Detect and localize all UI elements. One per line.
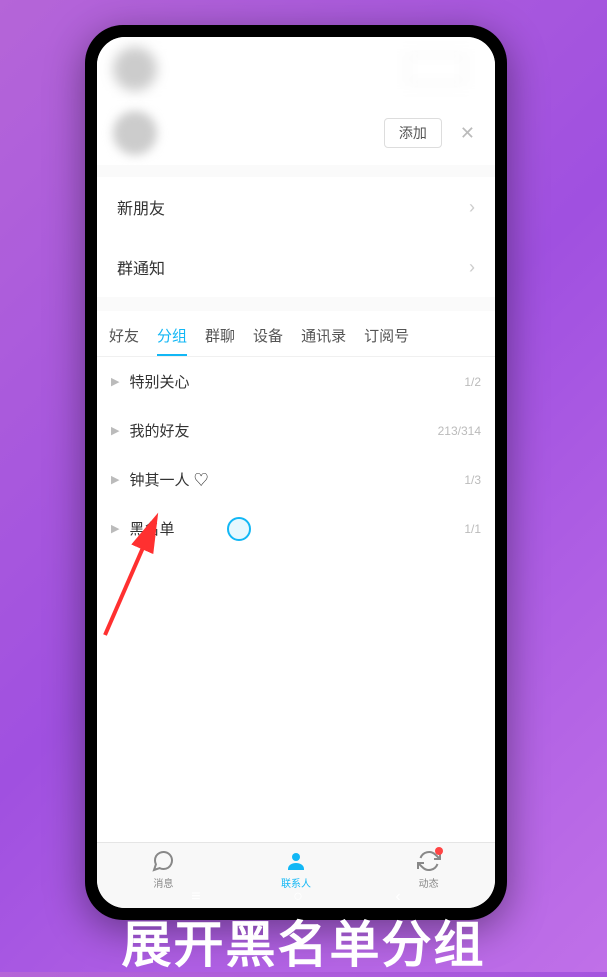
contact-name (169, 59, 407, 80)
android-nav-bar: ≡ ○ ‹ (85, 888, 507, 906)
group-label: 我的好友 (129, 420, 437, 441)
menu-label: 新朋友 (117, 195, 165, 219)
group-count: 1/2 (464, 375, 481, 389)
avatar (113, 111, 157, 155)
tab-friends[interactable]: 好友 (109, 325, 139, 356)
nav-feed[interactable]: 动态 (362, 849, 495, 890)
new-friends-row[interactable]: 新朋友 › (97, 177, 495, 237)
group-label: 黑名单 (129, 518, 464, 539)
menu-label: 群通知 (117, 255, 165, 279)
suggested-contact-row[interactable]: 添加 ✕ (97, 101, 495, 165)
group-count: 213/314 (438, 424, 481, 438)
add-button[interactable] (407, 54, 465, 84)
tab-group-chat[interactable]: 群聊 (205, 325, 235, 356)
group-my-friends[interactable]: ▶ 我的好友 213/314 (97, 406, 495, 455)
tap-indicator-icon (227, 517, 251, 541)
group-custom[interactable]: ▶ 钟其一人 ♡ 1/3 (97, 455, 495, 504)
contact-name (169, 115, 384, 136)
refresh-icon (417, 849, 441, 873)
group-notifications-row[interactable]: 群通知 › (97, 237, 495, 297)
tab-bar: 好友 分组 群聊 设备 通讯录 订阅号 (97, 311, 495, 357)
triangle-right-icon: ▶ (111, 473, 119, 486)
tab-groups[interactable]: 分组 (157, 325, 187, 356)
phone-frame: 添加 ✕ 新朋友 › 群通知 › 好友 分组 群聊 设备 通讯录 订阅号 (85, 25, 507, 920)
android-recent-icon[interactable]: ≡ (191, 888, 200, 906)
close-icon[interactable]: ✕ (456, 123, 479, 144)
group-label: 钟其一人 ♡ (129, 469, 464, 490)
add-button[interactable]: 添加 (384, 118, 442, 148)
tab-subscription[interactable]: 订阅号 (364, 325, 409, 356)
avatar (113, 47, 157, 91)
chevron-right-icon: › (469, 197, 475, 218)
group-label: 特别关心 (129, 371, 464, 392)
android-home-icon[interactable]: ○ (293, 888, 303, 906)
triangle-right-icon: ▶ (111, 522, 119, 535)
chevron-right-icon: › (469, 257, 475, 278)
android-back-icon[interactable]: ‹ (395, 888, 400, 906)
menu-section: 新朋友 › 群通知 › (97, 177, 495, 297)
group-count: 1/3 (464, 473, 481, 487)
tutorial-caption: 展开黑名单分组 (0, 905, 607, 977)
triangle-right-icon: ▶ (111, 375, 119, 388)
group-special-care[interactable]: ▶ 特别关心 1/2 (97, 357, 495, 406)
contact-subtitle (169, 136, 384, 152)
tab-devices[interactable]: 设备 (253, 325, 283, 356)
chat-bubble-icon (151, 849, 175, 873)
group-blacklist[interactable]: ▶ 黑名单 1/1 (97, 504, 495, 553)
nav-contacts[interactable]: 联系人 (230, 849, 363, 890)
suggested-contact-row[interactable] (97, 37, 495, 101)
nav-messages[interactable]: 消息 (97, 849, 230, 890)
group-count: 1/1 (464, 522, 481, 536)
badge-dot-icon (435, 847, 443, 855)
triangle-right-icon: ▶ (111, 424, 119, 437)
person-icon (284, 849, 308, 873)
tab-contacts[interactable]: 通讯录 (301, 325, 346, 356)
phone-screen: 添加 ✕ 新朋友 › 群通知 › 好友 分组 群聊 设备 通讯录 订阅号 (97, 37, 495, 908)
group-list: ▶ 特别关心 1/2 ▶ 我的好友 213/314 ▶ 钟其一人 ♡ 1/3 ▶… (97, 357, 495, 842)
contact-suggestions: 添加 ✕ (97, 37, 495, 165)
